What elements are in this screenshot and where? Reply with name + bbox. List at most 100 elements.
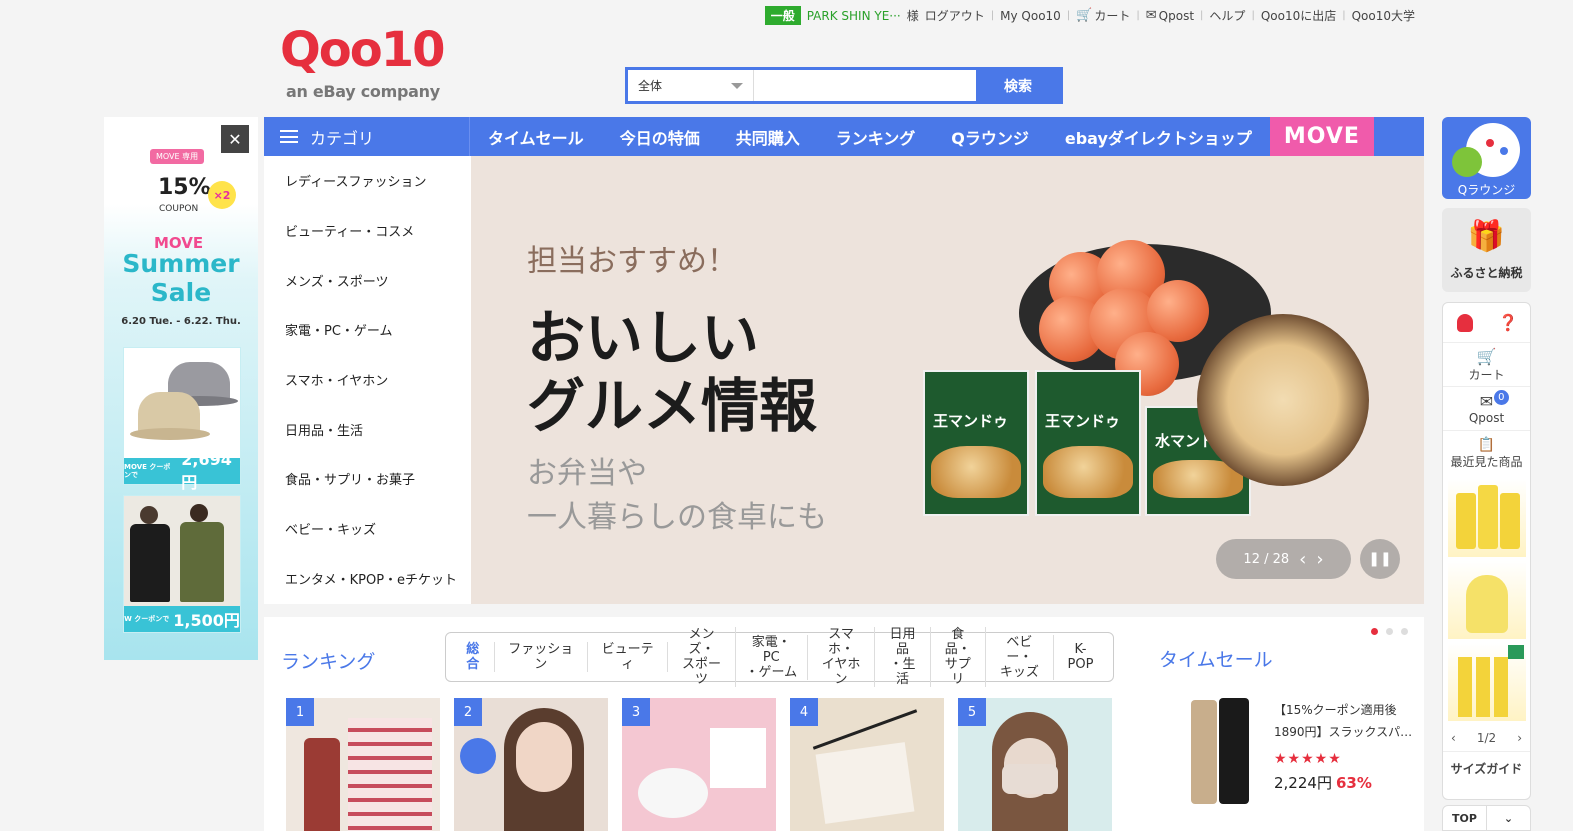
ranking-tabs: 総合 ファッション ビューティ メンズ・ スポーツ 家電・PC ・ゲーム スマホ… — [445, 627, 1114, 687]
recent-page: 1/2 — [1476, 731, 1497, 745]
quick-panel: ❓ 🛒 カート ✉ 0 Qpost 📋 最近見た商品 ‹ 1/2 › サイズガイド — [1442, 302, 1531, 800]
category-item[interactable]: ビューティー・コスメ — [264, 206, 471, 256]
cart-icon: 🛒 — [1076, 8, 1093, 23]
mandu-pack: 王マンドゥ — [1035, 370, 1141, 516]
quick-cart[interactable]: 🛒 カート — [1443, 343, 1530, 387]
rank-badge: 4 — [790, 698, 818, 726]
ranking-tab-kpop[interactable]: K-POP — [1054, 642, 1107, 672]
qoo10-logo[interactable]: Qoo10 an eBay company — [280, 22, 446, 108]
divider: | — [1136, 10, 1140, 21]
ad-product-card[interactable]: MOVE クーポンで 2,694円 — [123, 347, 241, 492]
rank-badge: 3 — [622, 698, 650, 726]
search-button[interactable]: 検索 — [976, 70, 1060, 101]
ranking-tab-phone[interactable]: スマホ・ イヤホン — [808, 627, 876, 687]
nav-group-buy[interactable]: 共同購入 — [718, 125, 818, 149]
ad-coupon-label: COUPON — [159, 204, 199, 214]
ranking-product[interactable]: 1 — [286, 698, 440, 831]
category-item[interactable]: 食品・サプリ・お菓子 — [264, 454, 471, 504]
help-icon[interactable]: ❓ — [1487, 303, 1531, 342]
recently-viewed-label: 最近見た商品 — [1450, 454, 1523, 469]
chevron-down-icon[interactable]: ⌄ — [1487, 806, 1530, 830]
divider: | — [1066, 10, 1071, 21]
q-lounge-icon — [1442, 117, 1531, 181]
ranking-tab-beauty[interactable]: ビューティ — [588, 642, 669, 672]
qoo10-university-link[interactable]: Qoo10大学 — [1352, 7, 1415, 24]
category-item[interactable]: メンズ・スポーツ — [264, 255, 471, 305]
ranking-product[interactable]: 2 — [454, 698, 608, 831]
ad-price: W クーポンで 1,500円 — [124, 606, 240, 632]
recently-viewed[interactable]: 📋 最近見た商品 — [1443, 431, 1530, 475]
cart-link[interactable]: カート — [1094, 7, 1130, 24]
honorific: 様 — [906, 9, 919, 23]
nav-ranking[interactable]: ランキング — [818, 125, 934, 149]
nav-q-lounge[interactable]: Qラウンジ — [933, 125, 1047, 149]
ranking-tab-mens[interactable]: メンズ・ スポーツ — [668, 627, 736, 687]
size-guide-link[interactable]: サイズガイド — [1443, 751, 1530, 777]
banner-title: おいしい グルメ情報 — [527, 304, 818, 440]
banner-subtitle: 担当おすすめ！ — [527, 244, 737, 279]
help-link[interactable]: ヘルプ — [1209, 7, 1245, 24]
category-item[interactable]: スマホ・イヤホン — [264, 355, 471, 405]
category-item[interactable]: ベビー・キッズ — [264, 504, 471, 554]
furusato-button[interactable]: 🎁 ふるさと納税 — [1442, 208, 1531, 292]
chevron-right-icon[interactable]: › — [1517, 731, 1522, 745]
nav-today-deal[interactable]: 今日の特価 — [602, 125, 718, 149]
logout-link[interactable]: ログアウト — [925, 7, 985, 24]
banner-description: お弁当や 一人暮らしの食卓にも — [527, 456, 827, 535]
username-link[interactable]: PARK SHIN YE··· — [807, 9, 901, 23]
my-qoo10-link[interactable]: My Qoo10 — [1000, 9, 1061, 23]
chevron-right-icon[interactable]: › — [1316, 549, 1323, 570]
q-lounge-button[interactable]: Qラウンジ — [1442, 117, 1531, 199]
left-ad-banner[interactable]: ✕ MOVE 専用 15% ×2 COUPON MOVE Summer Sale… — [104, 117, 258, 660]
ad-product-card[interactable]: W クーポンで 1,500円 — [123, 495, 241, 633]
category-menu-button[interactable]: カテゴリ — [264, 117, 470, 156]
ranking-product[interactable]: 5 — [958, 698, 1112, 831]
divider: | — [990, 10, 995, 21]
recent-product-thumb[interactable] — [1447, 479, 1526, 557]
q-lounge-label: Qラウンジ — [1457, 183, 1516, 197]
nav-ebay-direct[interactable]: ebayダイレクトショップ — [1047, 125, 1270, 149]
top-button[interactable]: TOP — [1443, 806, 1487, 830]
category-list: レディースファッション ビューティー・コスメ メンズ・スポーツ 家電・PC・ゲー… — [264, 156, 471, 604]
timesale-product-image[interactable] — [1169, 698, 1273, 806]
cart-icon: 🛒 — [1476, 346, 1497, 366]
timesale-product-name[interactable]: 【15%クーポン適用後1890円】スラックスパ… — [1274, 699, 1414, 743]
chevron-left-icon[interactable]: ‹ — [1299, 549, 1306, 570]
search-category-select[interactable]: 全体 — [628, 70, 754, 101]
ranking-product[interactable]: 4 — [790, 698, 944, 831]
ranking-tab-all[interactable]: 総合 — [452, 642, 495, 672]
category-item[interactable]: 日用品・生活 — [264, 404, 471, 454]
search-input[interactable] — [754, 70, 976, 101]
pause-icon[interactable]: ❚❚ — [1360, 539, 1400, 579]
chevron-left-icon[interactable]: ‹ — [1451, 731, 1456, 745]
carousel-dot[interactable] — [1386, 628, 1393, 635]
recent-product-thumb[interactable] — [1447, 643, 1526, 721]
category-item[interactable]: エンタメ・KPOP・eチケット — [264, 554, 471, 604]
rank-badge: 2 — [454, 698, 482, 726]
ranking-tab-baby[interactable]: ベビー・ キッズ — [986, 634, 1054, 680]
banner-pager[interactable]: 12 / 28 ‹ › — [1216, 539, 1351, 579]
close-icon[interactable]: ✕ — [221, 125, 249, 153]
ranking-section: ランキング 総合 ファッション ビューティ メンズ・ スポーツ 家電・PC ・ゲ… — [264, 617, 1424, 831]
category-item[interactable]: レディースファッション — [264, 156, 471, 206]
open-shop-link[interactable]: Qoo10に出店 — [1261, 7, 1336, 24]
ranking-tab-electronics[interactable]: 家電・PC ・ゲーム — [736, 634, 808, 680]
quick-qpost[interactable]: ✉ 0 Qpost — [1443, 387, 1530, 431]
category-label: カテゴリ — [310, 128, 375, 148]
ranking-product[interactable]: 3 — [622, 698, 776, 831]
rank-badge: 1 — [286, 698, 314, 726]
carousel-dot[interactable] — [1401, 628, 1408, 635]
hero-banner[interactable]: 担当おすすめ！ おいしい グルメ情報 お弁当や 一人暮らしの食卓にも 王マンドゥ… — [471, 156, 1424, 604]
ranking-tab-food[interactable]: 食品・ サプリ — [931, 627, 986, 687]
nav-move[interactable]: MOVE — [1269, 117, 1374, 156]
coupon-icon[interactable] — [1443, 303, 1487, 342]
carousel-dot[interactable] — [1371, 628, 1378, 635]
recent-product-thumb[interactable] — [1447, 561, 1526, 639]
category-item[interactable]: 家電・PC・ゲーム — [264, 305, 471, 355]
ranking-tab-fashion[interactable]: ファッション — [495, 642, 589, 672]
utility-bar: 一般 PARK SHIN YE··· 様 ログアウト | My Qoo10 | … — [764, 6, 1415, 25]
ranking-tab-daily[interactable]: 日用品 ・生活 — [875, 627, 931, 687]
qpost-link[interactable]: Qpost — [1159, 9, 1194, 23]
chevron-down-icon — [731, 82, 743, 89]
nav-time-sale[interactable]: タイムセール — [470, 125, 602, 149]
